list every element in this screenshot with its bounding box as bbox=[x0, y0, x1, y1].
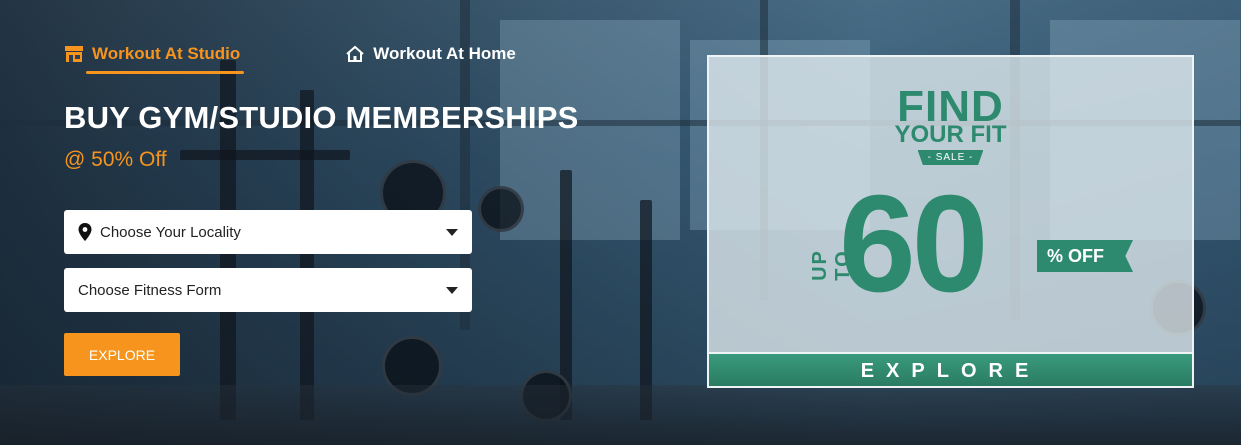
fitness-form-select[interactable]: Choose Fitness Form bbox=[64, 268, 472, 312]
caret-down-icon bbox=[446, 228, 458, 236]
workout-tabs: Workout At Studio Workout At Home bbox=[64, 44, 516, 74]
promo-your-fit-text: YOUR FIT bbox=[894, 121, 1007, 148]
promo-explore-button[interactable]: EXPLORE bbox=[709, 352, 1192, 386]
store-icon bbox=[64, 44, 84, 64]
tab-home-label: Workout At Home bbox=[373, 44, 516, 63]
locality-select[interactable]: Choose Your Locality bbox=[64, 210, 472, 254]
promo-discount-amount: 60 bbox=[839, 167, 988, 321]
location-pin-icon bbox=[78, 223, 92, 241]
page-headline: BUY GYM/STUDIO MEMBERSHIPS bbox=[64, 100, 579, 135]
promo-banner[interactable]: FIND YOUR FIT - SALE - UP TO 60 % OFF EX… bbox=[707, 55, 1194, 388]
promo-sale-badge: - SALE - bbox=[917, 150, 984, 165]
discount-subhead: @ 50% Off bbox=[64, 148, 167, 171]
home-icon bbox=[345, 44, 365, 64]
tab-workout-at-home[interactable]: Workout At Home bbox=[345, 44, 516, 64]
caret-down-icon bbox=[446, 286, 458, 294]
promo-off-ribbon: % OFF bbox=[1037, 240, 1133, 272]
locality-select-label: Choose Your Locality bbox=[100, 223, 241, 241]
explore-button[interactable]: EXPLORE bbox=[64, 333, 180, 376]
fitness-form-select-label: Choose Fitness Form bbox=[78, 281, 222, 299]
tab-workout-at-studio[interactable]: Workout At Studio bbox=[64, 44, 245, 74]
tab-studio-label: Workout At Studio bbox=[92, 44, 241, 63]
